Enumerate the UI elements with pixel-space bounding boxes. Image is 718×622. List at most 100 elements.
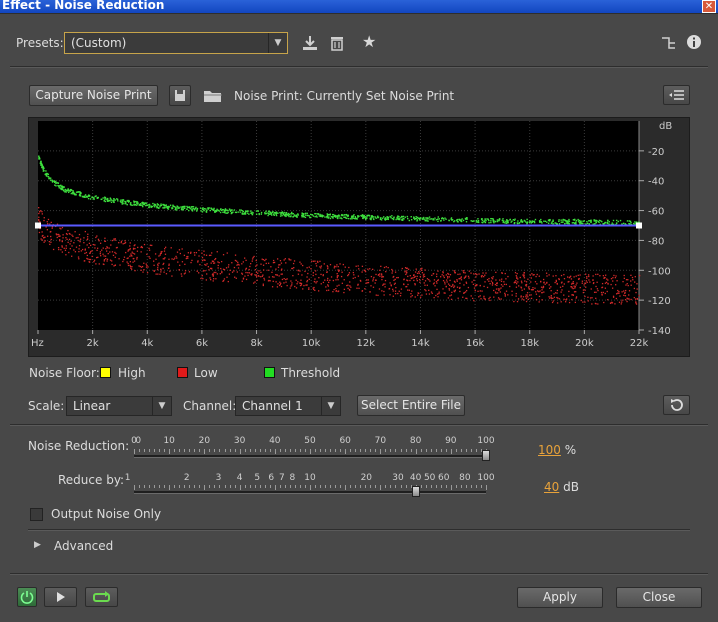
noise-high-point xyxy=(622,222,625,225)
reduce-by-value[interactable]: 40 xyxy=(544,480,559,494)
noise-high-point xyxy=(127,200,129,202)
noise-low-point xyxy=(198,272,200,274)
noise-low-point xyxy=(518,285,520,287)
noise-high-point xyxy=(597,220,600,223)
reset-icon[interactable] xyxy=(663,395,690,415)
chevron-right-icon[interactable]: ▶ xyxy=(34,540,41,550)
noise-low-point xyxy=(489,296,491,299)
presets-dropdown[interactable]: (Custom) ▼ xyxy=(64,32,288,54)
noise-low-point xyxy=(444,281,446,283)
advanced-toggle[interactable]: Advanced xyxy=(54,539,113,553)
noise-high-point xyxy=(502,218,504,220)
slider-thumb[interactable] xyxy=(411,486,420,497)
scale-dropdown[interactable]: Linear ▼ xyxy=(66,396,172,416)
slider-tick xyxy=(390,449,392,452)
noise-low-point xyxy=(138,265,140,267)
noise-low-point xyxy=(285,278,287,281)
noise-low-point xyxy=(111,263,113,266)
select-entire-file-button[interactable]: Select Entire File xyxy=(357,395,465,416)
apply-button[interactable]: Apply xyxy=(517,587,603,608)
noise-low-point xyxy=(275,268,277,270)
noise-profile-graph[interactable]: dB-20-40-60-80-100-120-140Hz 2k 4k 6k 8k 10k 1… xyxy=(28,117,690,357)
slider-thumb[interactable] xyxy=(482,450,490,461)
noise-high-point xyxy=(213,211,216,213)
noise-high-point xyxy=(340,217,342,219)
capture-noise-print-button[interactable]: Capture Noise Print xyxy=(29,85,158,106)
noise-high-point xyxy=(241,210,244,212)
noise-high-point xyxy=(126,203,128,206)
noise-low-point xyxy=(517,278,519,280)
noise-low-point xyxy=(326,289,328,292)
noise-low-point xyxy=(245,259,247,262)
noise-low-point xyxy=(267,269,269,271)
noise-low-point xyxy=(537,290,539,292)
noise-low-point xyxy=(271,286,274,288)
noise-low-point xyxy=(235,260,238,262)
threshold-handle-right[interactable] xyxy=(636,222,642,229)
noise-low-point xyxy=(216,273,219,275)
folder-open-icon[interactable] xyxy=(202,86,224,105)
noise-low-point xyxy=(111,251,114,253)
reduce-by-slider[interactable] xyxy=(134,485,487,497)
noise-low-point xyxy=(129,261,131,263)
loop-icon[interactable] xyxy=(85,587,118,607)
routing-icon[interactable] xyxy=(661,35,677,51)
star-icon[interactable]: ★ xyxy=(362,33,380,51)
noise-low-point xyxy=(394,290,397,292)
noise-low-point xyxy=(533,273,535,276)
noise-high-point xyxy=(324,216,326,218)
noise-low-point xyxy=(127,249,130,251)
noise-reduction-value[interactable]: 100 xyxy=(538,443,561,457)
noise-low-point xyxy=(280,285,283,288)
trash-icon[interactable] xyxy=(328,34,346,52)
slider-tick-label: 5 xyxy=(254,473,261,483)
noise-low-point xyxy=(68,251,70,254)
noise-high-point xyxy=(562,221,564,223)
noise-low-point xyxy=(157,265,159,267)
noise-low-point xyxy=(634,276,636,278)
noise-low-point xyxy=(523,271,525,274)
noise-high-point xyxy=(349,218,352,220)
slider-tick-label: 4 xyxy=(236,473,243,483)
noise-low-point xyxy=(575,297,577,299)
channel-dropdown[interactable]: Channel 1 ▼ xyxy=(235,396,341,416)
noise-low-point xyxy=(188,271,191,273)
noise-low-point xyxy=(498,289,500,292)
noise-low-point xyxy=(291,284,293,286)
close-icon[interactable]: ✕ xyxy=(702,0,716,13)
noise-low-point xyxy=(304,270,306,273)
download-preset-icon[interactable] xyxy=(301,34,319,52)
noise-high-point xyxy=(485,219,487,222)
noise-low-point xyxy=(630,298,632,301)
noise-high-point xyxy=(522,220,524,223)
noise-low-point xyxy=(495,271,497,274)
noise-low-point xyxy=(396,277,398,279)
power-icon[interactable] xyxy=(17,587,37,607)
noise-low-point xyxy=(436,282,438,284)
noise-low-point xyxy=(414,271,417,273)
noise-low-point xyxy=(401,267,403,270)
noise-high-point xyxy=(361,214,364,216)
play-icon[interactable] xyxy=(44,587,77,607)
noise-high-point xyxy=(255,213,258,215)
output-noise-only-checkbox[interactable] xyxy=(30,508,43,521)
save-noise-print-icon[interactable] xyxy=(169,85,191,106)
panel-menu-icon[interactable] xyxy=(663,85,690,105)
info-icon[interactable] xyxy=(686,34,702,50)
noise-high-point xyxy=(164,204,166,207)
noise-low-point xyxy=(78,248,80,250)
noise-low-point xyxy=(635,303,638,305)
noise-low-point xyxy=(120,241,122,244)
noise-low-point xyxy=(517,281,519,283)
slider-tick xyxy=(335,449,337,452)
threshold-handle-left[interactable] xyxy=(35,222,41,229)
noise-reduction-slider[interactable] xyxy=(134,449,490,461)
slider-tick xyxy=(450,485,452,490)
close-button[interactable]: Close xyxy=(616,587,702,608)
noise-low-point xyxy=(618,292,620,294)
noise-low-point xyxy=(211,260,214,262)
noise-low-point xyxy=(625,284,627,286)
noise-low-point xyxy=(612,277,614,279)
y-unit-label: dB xyxy=(659,121,672,132)
noise-low-point xyxy=(465,282,468,284)
